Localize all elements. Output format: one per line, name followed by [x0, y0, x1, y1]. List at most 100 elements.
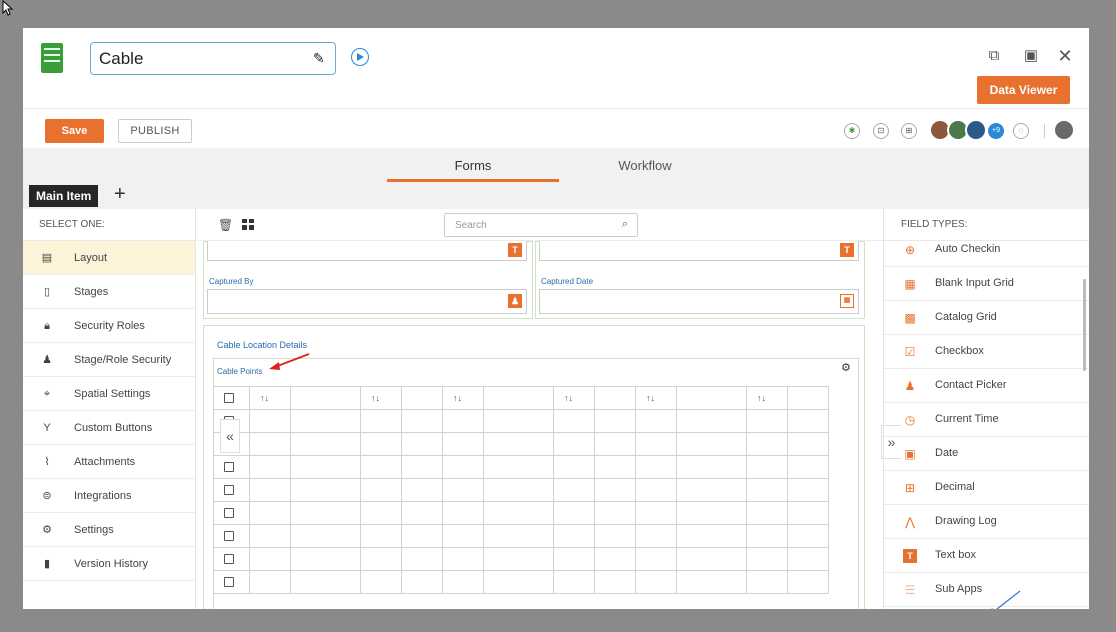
grid-cell[interactable]: [787, 547, 829, 571]
avatar[interactable]: [965, 119, 987, 141]
field-type-text-box[interactable]: T Text box: [884, 539, 1089, 573]
field-type-contact-picker[interactable]: ♟ Contact Picker: [884, 369, 1089, 403]
fullscreen-icon[interactable]: ▣: [1023, 48, 1039, 64]
grid-cell[interactable]: [290, 524, 361, 548]
grid-cell[interactable]: [553, 455, 595, 479]
grid-cell[interactable]: [594, 455, 636, 479]
checkbox[interactable]: [224, 508, 234, 519]
sort-header[interactable]: ↑↓: [635, 386, 677, 410]
grid-cell[interactable]: [360, 432, 402, 456]
grid-cell[interactable]: [290, 547, 361, 571]
grid-cell[interactable]: [635, 570, 677, 594]
grid-cell[interactable]: [249, 455, 291, 479]
grid-cell[interactable]: [594, 409, 636, 433]
grid-cell[interactable]: [553, 432, 595, 456]
grid-cell[interactable]: [676, 501, 747, 525]
app-title-field[interactable]: Cable ✎: [90, 42, 336, 75]
grid-cell[interactable]: [290, 409, 361, 433]
tab-forms[interactable]: Forms: [387, 158, 559, 173]
grid-cell[interactable]: [483, 547, 554, 571]
grid-cell[interactable]: [787, 524, 829, 548]
sidebar-item-version-history[interactable]: ▮ Version History: [23, 547, 195, 581]
grid-cell[interactable]: [483, 455, 554, 479]
publish-button[interactable]: PUBLISH: [118, 119, 192, 143]
captured-by-field[interactable]: ♟: [207, 289, 527, 314]
grid-cell[interactable]: [442, 478, 484, 502]
sidebar-item-attachments[interactable]: ⌇ Attachments: [23, 445, 195, 479]
grid-cell[interactable]: [249, 570, 291, 594]
sidebar-item-stage-role-security[interactable]: ♟ Stage/Role Security: [23, 343, 195, 377]
captured-date-field[interactable]: ▦: [539, 289, 859, 314]
row-checkbox-cell[interactable]: [213, 501, 250, 525]
grid-cell[interactable]: [676, 455, 747, 479]
grid-cell[interactable]: [360, 455, 402, 479]
trash-icon[interactable]: 🗑︎: [218, 218, 233, 232]
popout-icon[interactable]: ⧉: [986, 48, 1002, 64]
grid-cell[interactable]: [594, 570, 636, 594]
field-type-catalog-grid[interactable]: ▩ Catalog Grid: [884, 301, 1089, 335]
collapse-left-icon[interactable]: «: [220, 419, 240, 453]
row-checkbox-cell[interactable]: [213, 455, 250, 479]
grid-cell[interactable]: [635, 455, 677, 479]
grid-cell[interactable]: [676, 432, 747, 456]
close-icon[interactable]: ✕: [1057, 47, 1073, 65]
grid-cell[interactable]: [787, 432, 829, 456]
grid-cell[interactable]: [290, 570, 361, 594]
grid-cell[interactable]: [635, 478, 677, 502]
grid-cell[interactable]: [594, 524, 636, 548]
grid-cell[interactable]: [787, 478, 829, 502]
grid-cell[interactable]: [594, 432, 636, 456]
grid-cell[interactable]: [442, 409, 484, 433]
grid-cell[interactable]: [290, 432, 361, 456]
grid-cell[interactable]: [483, 409, 554, 433]
field-type-date[interactable]: ▣ Date: [884, 437, 1089, 471]
grid-cell[interactable]: [360, 570, 402, 594]
grid-cell[interactable]: [787, 570, 829, 594]
grid-cell[interactable]: [249, 501, 291, 525]
grid-cell[interactable]: [401, 501, 443, 525]
sort-header[interactable]: ↑↓: [360, 386, 402, 410]
grid-cell[interactable]: [676, 547, 747, 571]
row-checkbox-cell[interactable]: [213, 570, 250, 594]
checkbox[interactable]: [224, 577, 234, 588]
grid-cell[interactable]: [442, 524, 484, 548]
grid-cell[interactable]: [787, 455, 829, 479]
grid-cell[interactable]: [290, 478, 361, 502]
gear-icon[interactable]: ⚙: [841, 361, 851, 374]
grid-view-icon[interactable]: [242, 219, 254, 230]
grid-cell[interactable]: [676, 409, 747, 433]
grid-cell[interactable]: [401, 478, 443, 502]
grid-cell[interactable]: [483, 570, 554, 594]
tool-icon-3[interactable]: ⊞: [901, 123, 917, 139]
grid-cell[interactable]: [676, 478, 747, 502]
more-avatars-badge[interactable]: +9: [988, 123, 1004, 139]
sidebar-item-layout[interactable]: ▤ Layout: [23, 241, 195, 275]
grid-cell[interactable]: [483, 501, 554, 525]
field-type-decimal[interactable]: ⊞ Decimal: [884, 471, 1089, 505]
grid-cell[interactable]: [401, 409, 443, 433]
checkbox[interactable]: [224, 554, 234, 565]
grid-cell[interactable]: [360, 409, 402, 433]
grid-cell[interactable]: [746, 570, 788, 594]
chat-icon[interactable]: ◌: [1013, 123, 1029, 139]
field-type-drawing-log[interactable]: ⋀ Drawing Log: [884, 505, 1089, 539]
grid-cell[interactable]: [553, 547, 595, 571]
sidebar-item-stages[interactable]: ▯ Stages: [23, 275, 195, 309]
grid-cell[interactable]: [553, 524, 595, 548]
grid-cell[interactable]: [594, 547, 636, 571]
grid-cell[interactable]: [360, 547, 402, 571]
grid-cell[interactable]: [635, 409, 677, 433]
tool-icon-2[interactable]: ⊡: [873, 123, 889, 139]
sidebar-item-integrations[interactable]: ⊜ Integrations: [23, 479, 195, 513]
grid-cell[interactable]: [442, 570, 484, 594]
grid-cell[interactable]: [553, 478, 595, 502]
text-input-field[interactable]: T: [207, 241, 527, 261]
grid-cell[interactable]: [787, 501, 829, 525]
grid-cell[interactable]: [290, 455, 361, 479]
sidebar-item-security-roles[interactable]: 🔒︎ Security Roles: [23, 309, 195, 343]
grid-cell[interactable]: [676, 524, 747, 548]
grid-cell[interactable]: [360, 478, 402, 502]
sidebar-item-settings[interactable]: ⚙ Settings: [23, 513, 195, 547]
grid-cell[interactable]: [483, 524, 554, 548]
grid-cell[interactable]: [401, 432, 443, 456]
